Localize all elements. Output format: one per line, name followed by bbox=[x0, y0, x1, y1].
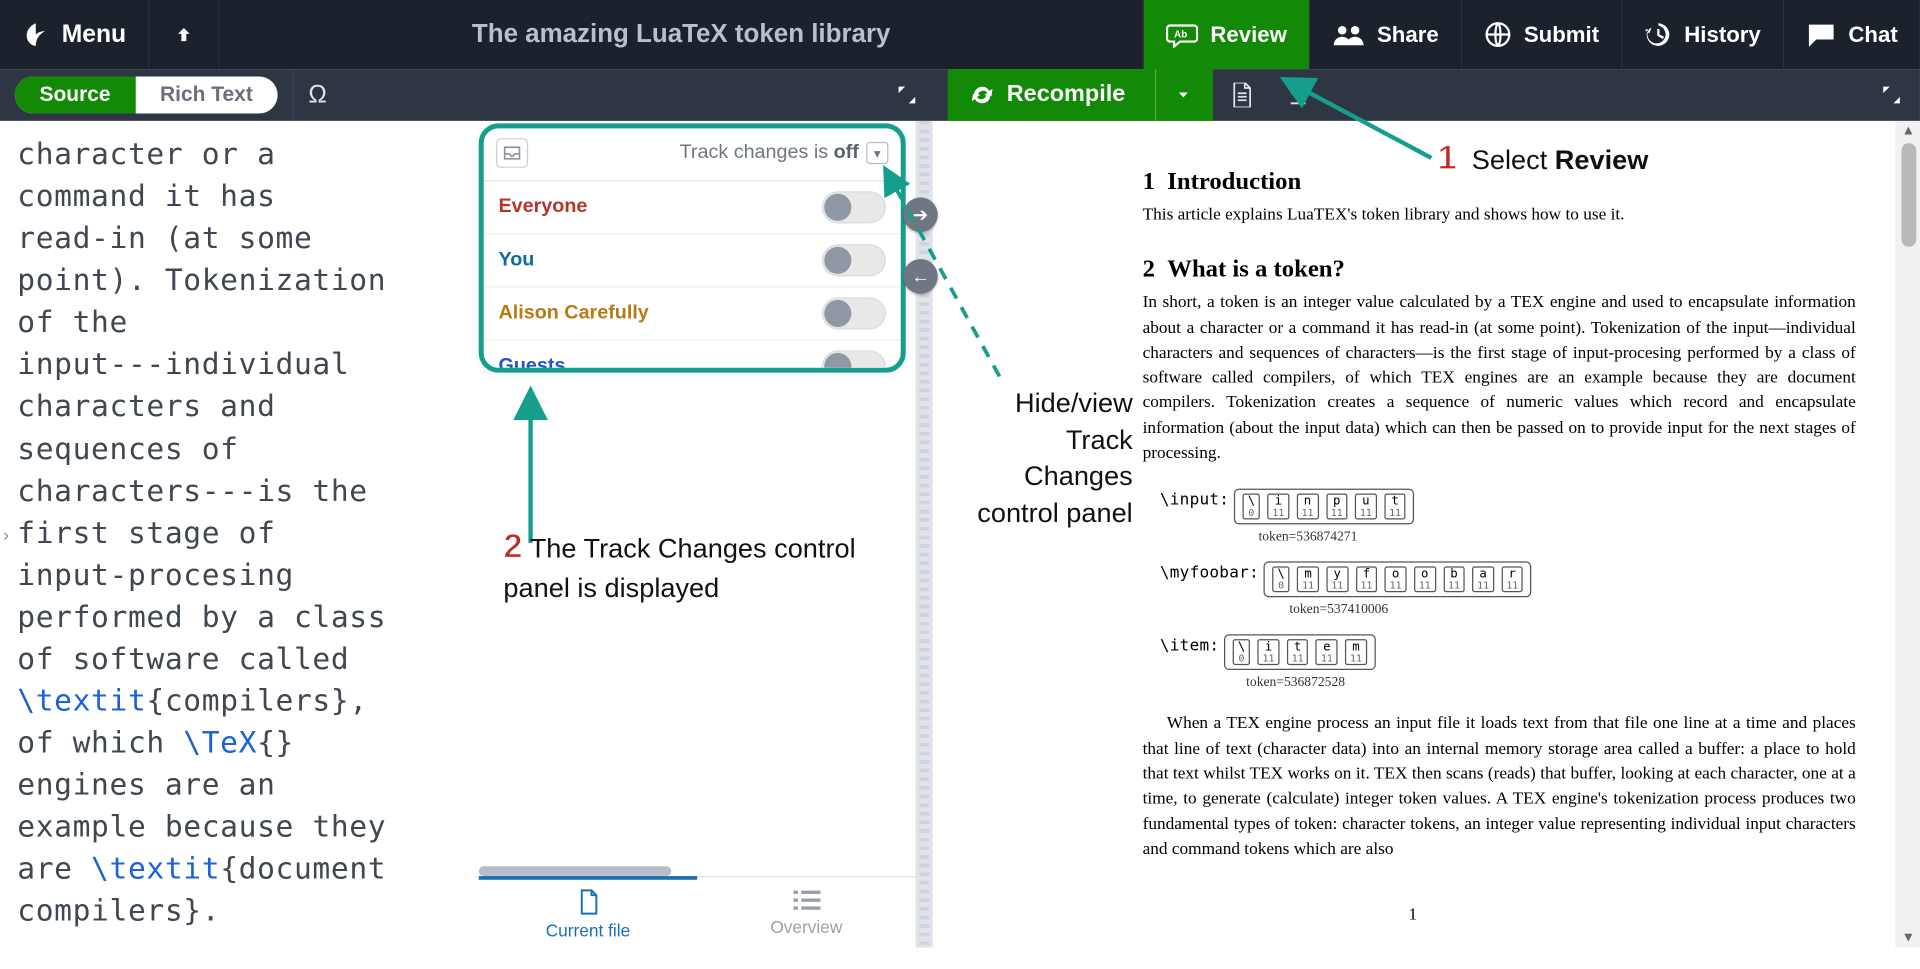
pdf-paragraph: When a TEX engine process an input file … bbox=[1143, 712, 1856, 862]
track-changes-row: Alison Carefully bbox=[484, 287, 901, 340]
up-button[interactable] bbox=[150, 0, 220, 69]
chevron-right-icon: › bbox=[3, 524, 9, 544]
file-icon bbox=[576, 888, 601, 915]
recompile-button[interactable]: Recompile bbox=[948, 69, 1213, 121]
download-button[interactable] bbox=[1270, 69, 1327, 121]
expand-icon bbox=[1880, 84, 1902, 106]
special-chars-button[interactable]: Ω bbox=[292, 69, 341, 121]
splitter-go-right-icon[interactable]: ➔ bbox=[903, 197, 938, 232]
collaborator-name: Guests bbox=[498, 355, 821, 372]
track-changes-status: Track changes is off bbox=[528, 142, 859, 164]
tab-overview[interactable]: Overview bbox=[697, 877, 915, 947]
tab-current-label: Current file bbox=[546, 920, 630, 940]
tab-overview-label: Overview bbox=[770, 916, 842, 936]
token-value: token=536872528 bbox=[1160, 675, 1431, 690]
people-icon bbox=[1333, 22, 1365, 47]
track-toggle[interactable] bbox=[822, 191, 886, 223]
share-button[interactable]: Share bbox=[1309, 0, 1461, 69]
recycle-icon bbox=[970, 83, 995, 108]
tab-current-file[interactable]: Current file bbox=[479, 876, 697, 948]
annotation-hideview: Hide/view Track Changes control panel bbox=[960, 385, 1133, 532]
main-split: › character or a command it has read-in … bbox=[0, 121, 1920, 948]
submit-label: Submit bbox=[1524, 22, 1599, 48]
collaborator-name: Everyone bbox=[498, 196, 821, 218]
track-toggle[interactable] bbox=[822, 297, 886, 329]
editor-mode-toggle[interactable]: Source Rich Text bbox=[15, 77, 278, 114]
annotation-2: 2 The Track Changes control panel is dis… bbox=[503, 523, 898, 606]
pdf-section-2-title: What is a token? bbox=[1143, 256, 1856, 284]
pdf-fullscreen-button[interactable] bbox=[1863, 69, 1920, 121]
chat-button[interactable]: Chat bbox=[1783, 0, 1920, 69]
download-icon bbox=[1287, 84, 1309, 106]
track-toggle[interactable] bbox=[822, 244, 886, 276]
editor-toolbar: Source Rich Text Ω Recompile bbox=[0, 69, 1920, 121]
scrollbar-thumb[interactable] bbox=[1901, 143, 1916, 247]
arrow-up-icon bbox=[174, 25, 194, 45]
history-label: History bbox=[1684, 22, 1761, 48]
pdf-page: Introduction This article explains LuaTE… bbox=[933, 121, 1893, 948]
pdf-paragraph: This article explains LuaTEX's token lib… bbox=[1143, 204, 1856, 229]
history-button[interactable]: History bbox=[1621, 0, 1783, 69]
review-panel-tabs: Current file Overview bbox=[479, 876, 916, 948]
inbox-icon bbox=[502, 144, 522, 161]
annotation-1: 1 Select Review bbox=[1437, 138, 1648, 177]
review-label: Review bbox=[1210, 22, 1287, 48]
code-editor-content[interactable]: character or a command it has read-in (a… bbox=[12, 128, 478, 937]
review-button[interactable]: Ab Review bbox=[1142, 0, 1309, 69]
app-topbar: Menu The amazing LuaTeX token library Ab… bbox=[0, 0, 1920, 69]
leaf-logo-icon bbox=[22, 21, 49, 48]
inbox-button[interactable] bbox=[496, 138, 528, 168]
expand-icon bbox=[896, 84, 918, 106]
editor-fullscreen-button[interactable] bbox=[878, 69, 935, 121]
track-changes-panel: Track changes is off ▾ Everyone You Alis… bbox=[479, 123, 906, 372]
collaborator-name: Alison Carefully bbox=[498, 302, 821, 324]
menu-label: Menu bbox=[62, 20, 126, 48]
token-example: \input: \0i11n11p11u11t11 bbox=[1160, 489, 1856, 525]
submit-button[interactable]: Submit bbox=[1461, 0, 1621, 69]
chat-icon bbox=[1806, 22, 1836, 47]
token-example: \myfoobar: \0m11y11f11o11o11b11a11r11 bbox=[1160, 562, 1856, 598]
track-changes-row: Everyone bbox=[484, 181, 901, 234]
pane-splitter[interactable] bbox=[916, 121, 933, 948]
token-value: token=536874271 bbox=[1160, 530, 1456, 545]
file-tree-collapsed[interactable]: › bbox=[0, 121, 12, 948]
token-example: \item: \0i11t11e11m11 bbox=[1160, 635, 1856, 671]
source-tab[interactable]: Source bbox=[15, 77, 135, 114]
chevron-down-icon[interactable] bbox=[1176, 88, 1191, 103]
file-icon bbox=[1230, 83, 1252, 108]
track-toggle[interactable] bbox=[822, 350, 886, 372]
recompile-label: Recompile bbox=[1007, 81, 1126, 108]
menu-button[interactable]: Menu bbox=[0, 0, 150, 69]
token-value: token=537410006 bbox=[1160, 603, 1518, 618]
splitter-go-left-icon[interactable]: ← bbox=[903, 259, 938, 294]
svg-text:Ab: Ab bbox=[1174, 30, 1187, 41]
scroll-down-icon[interactable]: ▼ bbox=[1902, 930, 1915, 945]
logs-button[interactable] bbox=[1213, 69, 1270, 121]
chat-label: Chat bbox=[1848, 22, 1897, 48]
review-scroll-indicator bbox=[479, 866, 671, 876]
history-icon bbox=[1645, 21, 1672, 48]
track-changes-dropdown[interactable]: ▾ bbox=[866, 142, 888, 164]
code-editor-pane[interactable]: character or a command it has read-in (a… bbox=[12, 121, 478, 948]
pdf-preview-pane[interactable]: Introduction This article explains LuaTE… bbox=[933, 121, 1920, 948]
pdf-paragraph: In short, a token is an integer value ca… bbox=[1143, 292, 1856, 467]
globe-icon bbox=[1484, 21, 1511, 48]
share-label: Share bbox=[1377, 22, 1439, 48]
pdf-page-number: 1 bbox=[933, 906, 1893, 926]
scroll-up-icon[interactable]: ▲ bbox=[1902, 123, 1915, 138]
pdf-scrollbar[interactable]: ▲ ▼ bbox=[1895, 121, 1920, 948]
track-changes-row: You bbox=[484, 234, 901, 287]
collaborator-name: You bbox=[498, 249, 821, 271]
review-bubble-icon: Ab bbox=[1166, 21, 1198, 48]
project-title: The amazing LuaTeX token library bbox=[220, 0, 1143, 69]
richtext-tab[interactable]: Rich Text bbox=[135, 77, 277, 114]
track-changes-row: Guests bbox=[484, 341, 901, 373]
list-icon bbox=[793, 889, 820, 911]
